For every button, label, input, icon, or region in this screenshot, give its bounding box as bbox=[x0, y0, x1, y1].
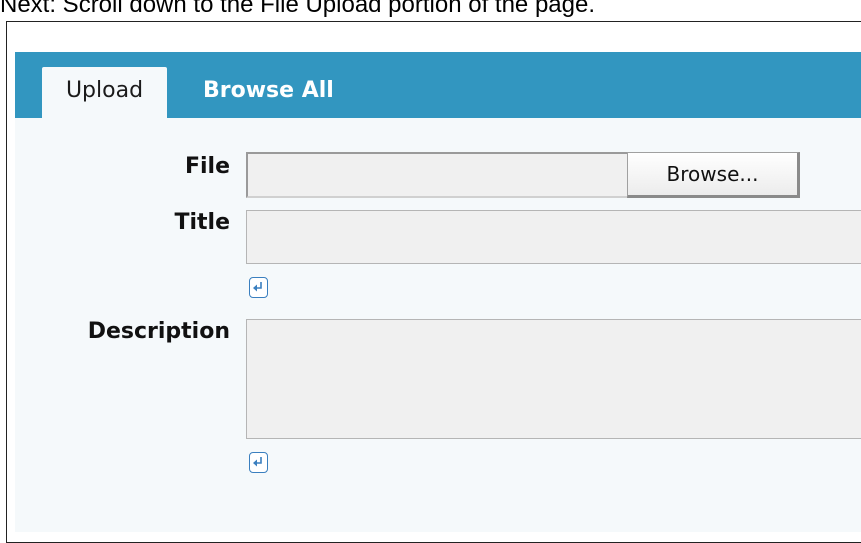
return-arrow-icon[interactable] bbox=[249, 452, 268, 473]
title-input[interactable] bbox=[246, 210, 861, 264]
tab-browse-all[interactable]: Browse All bbox=[203, 67, 334, 118]
description-textarea[interactable] bbox=[246, 319, 861, 439]
description-label: Description bbox=[87, 319, 230, 344]
upload-panel: Upload Browse All File Browse... Title D… bbox=[15, 52, 861, 532]
file-path-input[interactable] bbox=[246, 152, 629, 198]
file-label: File bbox=[184, 154, 230, 179]
file-label-container: File bbox=[15, 152, 230, 198]
browse-button[interactable]: Browse... bbox=[627, 152, 800, 198]
description-label-container: Description bbox=[15, 319, 230, 359]
tab-bar: Upload Browse All bbox=[15, 52, 861, 118]
tab-upload[interactable]: Upload bbox=[42, 67, 167, 118]
return-arrow-icon[interactable] bbox=[249, 277, 268, 298]
title-label-container: Title bbox=[15, 210, 230, 264]
instruction-text: Next: Scroll down to the File Upload por… bbox=[0, 0, 596, 18]
title-label: Title bbox=[174, 210, 230, 235]
